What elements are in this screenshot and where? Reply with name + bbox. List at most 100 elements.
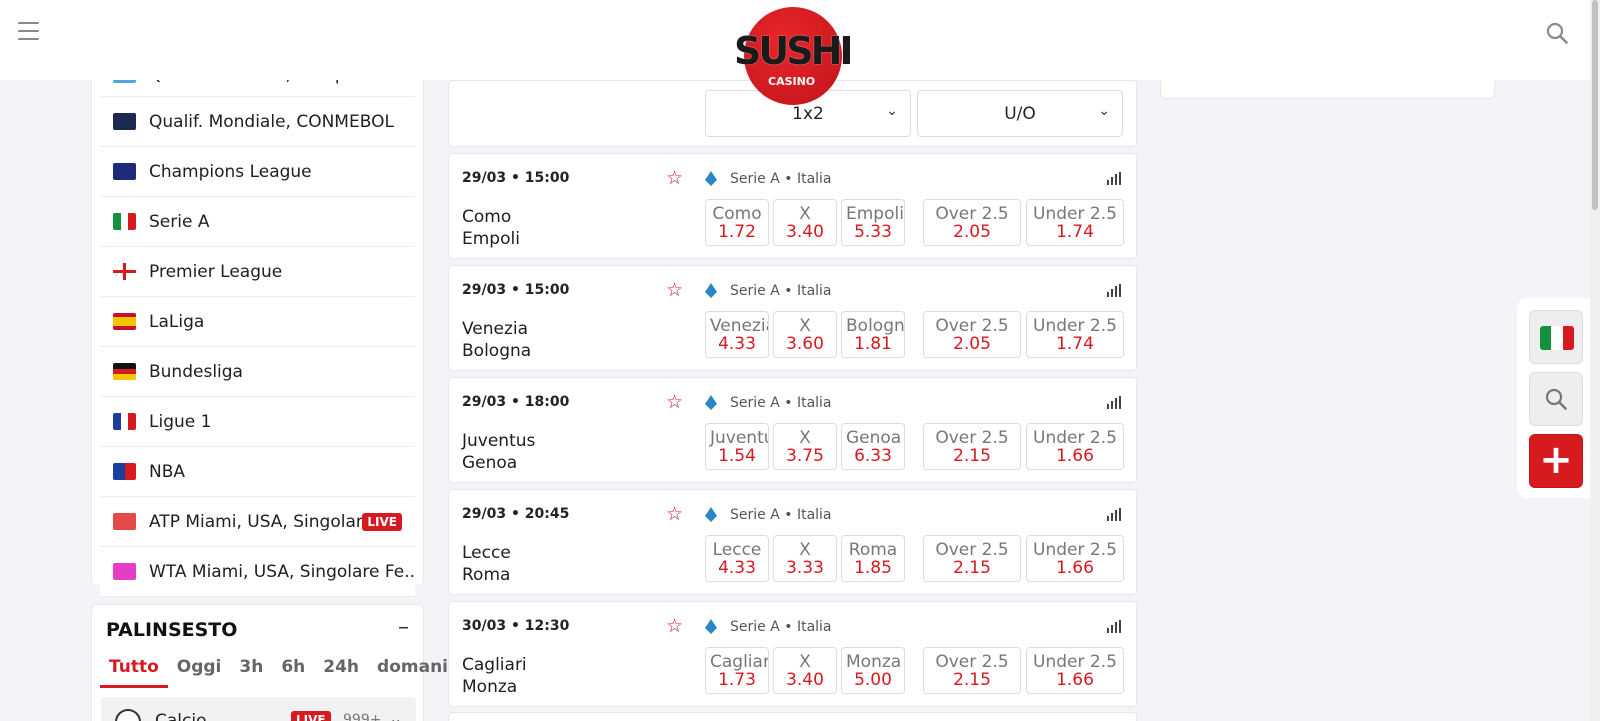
odd-label: Roma [848,540,898,560]
event-teams[interactable]: Como Empoli [462,206,520,250]
tab-oggi[interactable]: Oggi [168,657,231,688]
odd-button[interactable]: Juventus 1.54 [705,423,769,470]
odd-label: Como [712,204,762,224]
odd-button[interactable]: X 3.75 [773,423,837,470]
event-teams[interactable]: Lecce Roma [462,542,511,586]
nba-icon [113,463,136,480]
odd-label: Over 2.5 [935,652,1009,672]
league-item[interactable]: Premier League [100,247,415,297]
spain-flag [113,313,136,330]
league-item[interactable]: ATP Miami, USA, Singolar... LIVE [100,497,415,547]
event-teams[interactable]: Venezia Bologna [462,318,531,362]
tab-24h[interactable]: 24h [314,657,368,688]
event-card[interactable]: 29/03 • 15:00 ☆ Serie A • Italia Venezia… [448,265,1137,371]
market-select-uo[interactable]: U/O ⌄ [917,90,1123,137]
odd-button[interactable]: X 3.40 [773,647,837,694]
odd-button[interactable]: X 3.60 [773,311,837,358]
tab-tutto[interactable]: Tutto [100,657,168,688]
league-item[interactable]: LaLiga [100,297,415,347]
ou-odd-button[interactable]: Over 2.5 2.15 [923,423,1021,470]
ou-odd-button[interactable]: Under 2.5 1.74 [1026,199,1124,246]
league-item[interactable]: Serie A [100,197,415,247]
odd-value: 3.75 [786,446,824,466]
stats-icon[interactable] [1107,508,1123,521]
league-name: Qualif. Mondiale, CONMEBOL [149,111,394,132]
side-search-button[interactable] [1529,372,1583,426]
market-select-label: U/O [1004,103,1036,124]
ou-odd-button[interactable]: Under 2.5 1.66 [1026,535,1124,582]
stats-icon[interactable] [1107,620,1123,633]
odd-button[interactable]: Monza 5.00 [841,647,905,694]
ou-odd-button[interactable]: Under 2.5 1.66 [1026,423,1124,470]
sushi-casino-logo[interactable]: SUSHI CASINO [734,7,854,107]
event-card[interactable]: 29/03 • 18:00 ☆ Serie A • Italia Juventu… [448,377,1137,483]
event-card[interactable]: 29/03 • 15:00 ☆ Serie A • Italia Como Em… [448,153,1137,259]
event-card-partial [448,712,1137,721]
search-icon[interactable] [1546,22,1568,44]
event-card[interactable]: 29/03 • 20:45 ☆ Serie A • Italia Lecce R… [448,489,1137,595]
odd-button[interactable]: Roma 1.85 [841,535,905,582]
sport-row-calcio[interactable]: Calcio LIVE 999+ ⌄ [101,697,416,721]
home-team: Lecce [462,543,511,563]
home-team: Venezia [462,319,529,339]
odd-label: X [799,204,811,224]
home-team: Cagliari [462,655,527,675]
odd-button[interactable]: X 3.33 [773,535,837,582]
odd-button[interactable]: Venezia 4.33 [705,311,769,358]
league-item[interactable]: Ligue 1 [100,397,415,447]
odd-button[interactable]: Cagliari 1.73 [705,647,769,694]
scroll-thumb[interactable] [1592,0,1598,210]
odd-value: 1.81 [854,334,892,354]
stats-icon[interactable] [1107,284,1123,297]
language-button[interactable] [1529,310,1583,364]
home-team: Como [462,207,512,227]
league-item[interactable]: Bundesliga [100,347,415,397]
league-item[interactable]: Champions League [100,147,415,197]
away-team: Monza [462,677,518,697]
chevron-down-icon: ⌄ [886,103,898,119]
league-item[interactable]: NBA [100,447,415,497]
event-teams[interactable]: Juventus Genoa [462,430,535,474]
search-icon [1545,388,1567,410]
tab-domani[interactable]: domani [368,657,457,688]
add-button[interactable]: + [1529,434,1583,488]
chevron-down-icon[interactable]: ⌄ [389,709,402,721]
favorite-star-icon[interactable]: ☆ [666,167,683,189]
ou-odd-button[interactable]: Under 2.5 1.66 [1026,647,1124,694]
event-league: Serie A • Italia [730,507,832,523]
odd-button[interactable]: Bologna 1.81 [841,311,905,358]
odd-button[interactable]: Genoa 6.33 [841,423,905,470]
odd-button[interactable]: Como 1.72 [705,199,769,246]
tab-3h[interactable]: 3h [230,657,272,688]
odd-button[interactable]: Empoli 5.33 [841,199,905,246]
favorite-star-icon[interactable]: ☆ [666,279,683,301]
favorite-star-icon[interactable]: ☆ [666,615,683,637]
favorite-star-icon[interactable]: ☆ [666,503,683,525]
odd-button[interactable]: Lecce 4.33 [705,535,769,582]
tab-6h[interactable]: 6h [272,657,314,688]
logo-text: SUSHI [734,29,854,73]
odd-value: 1.85 [854,558,892,578]
league-name: Champions League [149,161,312,182]
league-item[interactable]: WTA Miami, USA, Singolare Fe... [100,547,415,597]
league-item[interactable]: Qualif. Mondiale, CONMEBOL [100,97,415,147]
odd-value: 3.33 [786,558,824,578]
odd-button[interactable]: X 3.40 [773,199,837,246]
favorite-star-icon[interactable]: ☆ [666,391,683,413]
stats-icon[interactable] [1107,172,1123,185]
event-card[interactable]: 30/03 • 12:30 ☆ Serie A • Italia Cagliar… [448,601,1137,707]
menu-icon[interactable] [18,22,39,40]
ou-odd-button[interactable]: Over 2.5 2.15 [923,647,1021,694]
odd-label: Over 2.5 [935,428,1009,448]
ou-odd-button[interactable]: Over 2.5 2.15 [923,535,1021,582]
event-teams[interactable]: Cagliari Monza [462,654,527,698]
odd-value: 3.40 [786,222,824,242]
odd-label: Over 2.5 [935,316,1009,336]
ou-odd-button[interactable]: Over 2.5 2.05 [923,199,1021,246]
page-scrollbar[interactable] [1590,0,1600,721]
ou-odd-button[interactable]: Over 2.5 2.05 [923,311,1021,358]
collapse-button[interactable]: – [398,615,409,640]
stats-icon[interactable] [1107,396,1123,409]
away-team: Empoli [462,229,520,249]
ou-odd-button[interactable]: Under 2.5 1.74 [1026,311,1124,358]
